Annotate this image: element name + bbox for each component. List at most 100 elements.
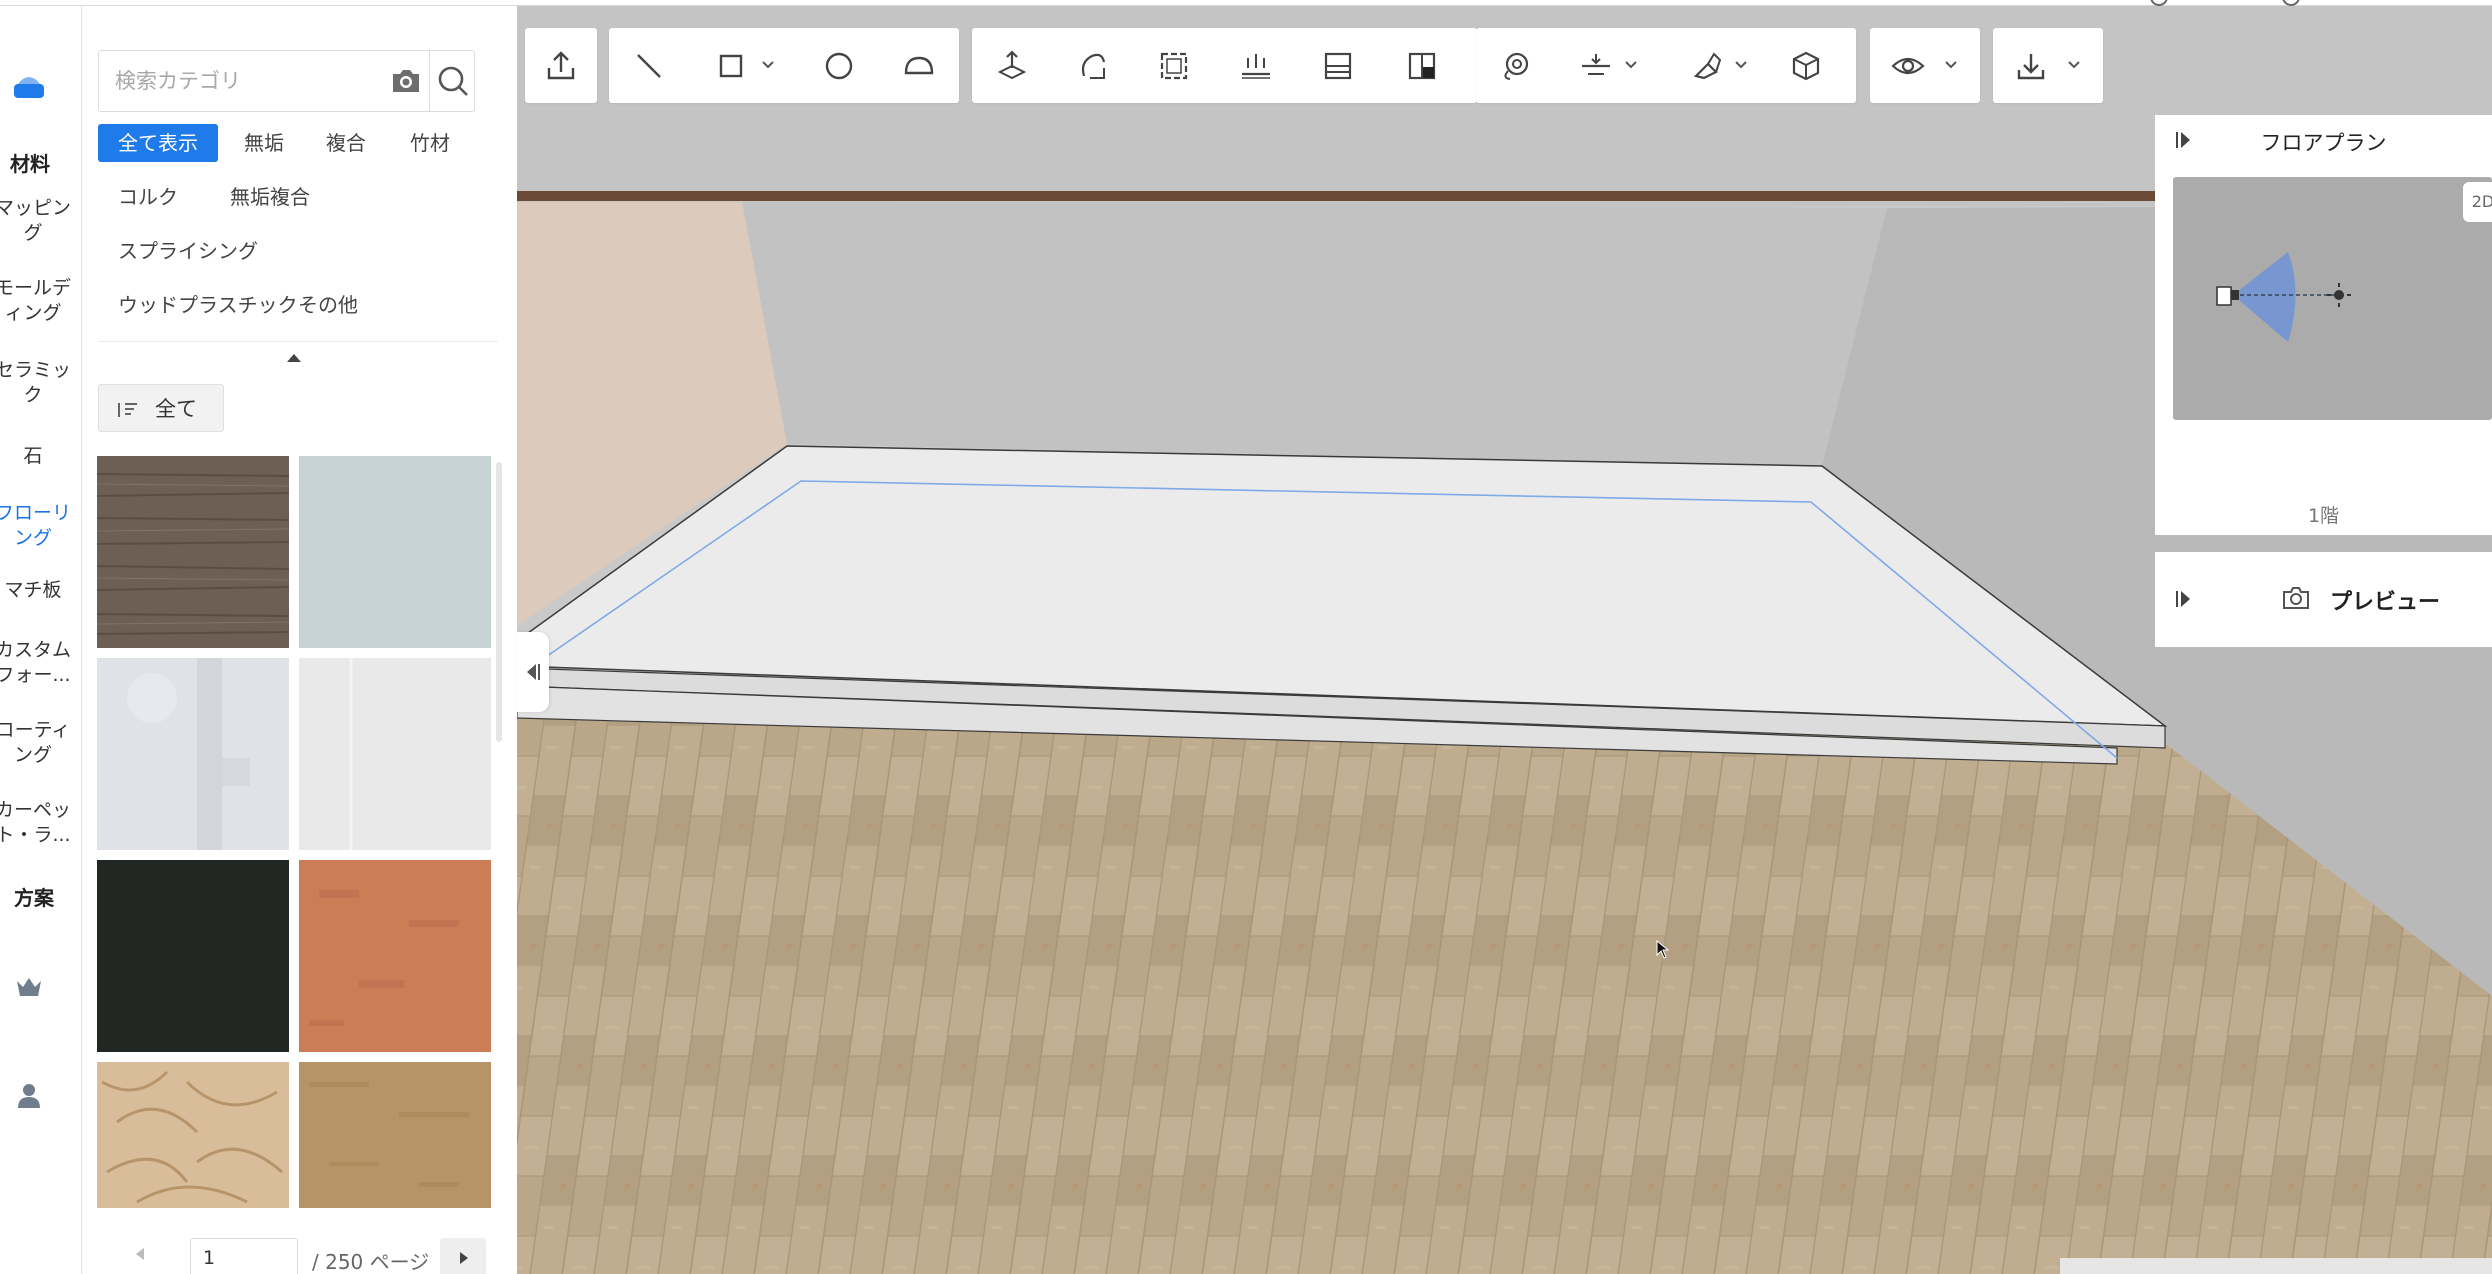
download-icon (2017, 54, 2045, 80)
toolbar-group-file (525, 28, 597, 103)
filter-chip[interactable]: コルク (98, 178, 198, 216)
preview-panel[interactable]: プレビュー (2155, 552, 2492, 647)
floorplan-title: フロアプラン (2260, 131, 2387, 155)
material-tile[interactable] (299, 860, 491, 1052)
rail-item[interactable]: フローリ ング (0, 501, 74, 551)
status-bar (2060, 1258, 2492, 1274)
material-tile[interactable] (299, 1062, 491, 1208)
floor-heating-button[interactable] (1236, 46, 1276, 86)
floor-label[interactable]: 1階 (2155, 501, 2492, 528)
rail-section-plans: 方案 (14, 886, 54, 910)
material-tile[interactable] (299, 658, 491, 850)
divider (98, 341, 498, 342)
toolbar-group-tools (1476, 28, 1856, 103)
wall-panel-icon (1324, 52, 1352, 80)
floor-heating-icon (1242, 54, 1270, 79)
chevron-down-icon[interactable] (1944, 60, 1958, 70)
prev-page-icon[interactable] (136, 1248, 144, 1260)
material-category-panel: 全て表示無垢複合竹材コルク無垢複合スプライシングウッドプラスチックその他 全て (82, 6, 517, 1274)
rail-item[interactable]: カーペッ ト・ラ... (0, 798, 74, 848)
lasso-icon (1504, 52, 1529, 80)
filter-chip[interactable]: 無垢複合 (210, 178, 330, 216)
3d-box-button[interactable] (1786, 46, 1826, 86)
page-total: / 250 ページ (312, 1250, 430, 1274)
sort-button[interactable]: 全て (98, 384, 224, 432)
arc-tool-button[interactable] (899, 46, 939, 86)
rotate-button[interactable] (1074, 46, 1114, 86)
collapse-filters-icon[interactable] (287, 354, 301, 362)
crown-icon[interactable] (14, 972, 44, 1002)
push-pull-button[interactable] (992, 46, 1032, 86)
3d-box-icon (1792, 51, 1820, 81)
material-tile[interactable] (97, 456, 289, 648)
view-2d-toggle[interactable]: 2D (2463, 182, 2492, 222)
upload-button[interactable] (541, 46, 581, 86)
circle-tool-icon (825, 52, 853, 80)
window-top-strip (0, 0, 2492, 6)
rectangle-tool-button[interactable] (711, 46, 751, 86)
chevron-down-icon[interactable] (1624, 60, 1638, 70)
rotate-icon (1081, 53, 1106, 79)
rail-item[interactable]: マッピン グ (0, 196, 74, 246)
help-icon[interactable] (2150, 0, 2168, 6)
layout-button[interactable] (1402, 46, 1442, 86)
next-page-button[interactable] (440, 1238, 486, 1274)
rail-item[interactable]: セラミッ ク (0, 358, 74, 408)
toolbar-group-draw (609, 28, 959, 103)
filter-chip[interactable]: その他 (278, 286, 378, 324)
floorplan-minimap[interactable] (2173, 177, 2492, 420)
left-icon-rail: 材料 マッピン グモールデ ィング セラミッ ク石フローリ ング マチ板 カスタム フ… (0, 6, 82, 1274)
sort-icon (118, 403, 137, 417)
paint-brush-icon (1693, 52, 1722, 80)
toolbar-group-view (1870, 28, 1980, 103)
align-icon (1582, 54, 1610, 75)
filter-chip[interactable]: 複合 (306, 124, 386, 162)
material-tile[interactable] (97, 860, 289, 1052)
camera-icon (2283, 587, 2309, 609)
chevron-down-icon[interactable] (761, 60, 775, 70)
align-button[interactable] (1576, 46, 1616, 86)
clock-icon[interactable] (2282, 0, 2300, 6)
camera-icon[interactable] (389, 65, 423, 97)
toolbar-group-export (1993, 28, 2103, 103)
search-button[interactable] (429, 51, 475, 111)
wall-panel-button[interactable] (1318, 46, 1358, 86)
rail-item[interactable]: カスタム フォー... (0, 638, 74, 688)
expand-panel-icon[interactable] (2173, 588, 2195, 610)
circle-tool-button[interactable] (819, 46, 859, 86)
material-tile[interactable] (97, 1062, 289, 1208)
grid-scrollbar[interactable] (496, 462, 502, 742)
page-number-input[interactable] (190, 1238, 298, 1274)
panel-collapse-button[interactable] (517, 632, 549, 712)
filter-chip[interactable]: 全て表示 (98, 124, 218, 162)
region-button[interactable] (1154, 46, 1194, 86)
filter-chip[interactable]: 竹材 (390, 124, 470, 162)
material-tile[interactable] (97, 658, 289, 850)
rail-item[interactable]: 石 (0, 444, 74, 469)
paint-brush-button[interactable] (1686, 46, 1726, 86)
filter-chip[interactable]: スプライシング (98, 232, 278, 270)
search-box (98, 50, 475, 112)
upload-icon (547, 51, 575, 80)
search-input[interactable] (99, 51, 379, 111)
chevron-down-icon[interactable] (2067, 60, 2081, 70)
material-tile[interactable] (299, 456, 491, 648)
line-tool-button[interactable] (629, 46, 669, 86)
rail-item[interactable]: コーティ ング (0, 718, 74, 768)
lasso-button[interactable] (1496, 46, 1536, 86)
push-pull-icon (997, 50, 1027, 80)
user-icon[interactable] (14, 1080, 44, 1110)
toolbar-group-edit (972, 28, 1477, 103)
view-eye-icon (1891, 57, 1925, 75)
home-icon[interactable] (12, 68, 46, 102)
view-mode-button[interactable] (1888, 46, 1928, 86)
chevron-down-icon[interactable] (1734, 60, 1748, 70)
rail-item[interactable]: モールデ ィング (0, 276, 74, 326)
download-button[interactable] (2011, 46, 2051, 86)
camera-position-marker[interactable] (2173, 177, 2492, 420)
preview-label: プレビュー (2330, 590, 2441, 615)
mouse-cursor (1656, 940, 1670, 959)
filter-chip[interactable]: 無垢 (224, 124, 304, 162)
floorplan-panel: フロアプラン 2D 1階 (2155, 115, 2492, 535)
rail-item[interactable]: マチ板 (0, 578, 74, 603)
